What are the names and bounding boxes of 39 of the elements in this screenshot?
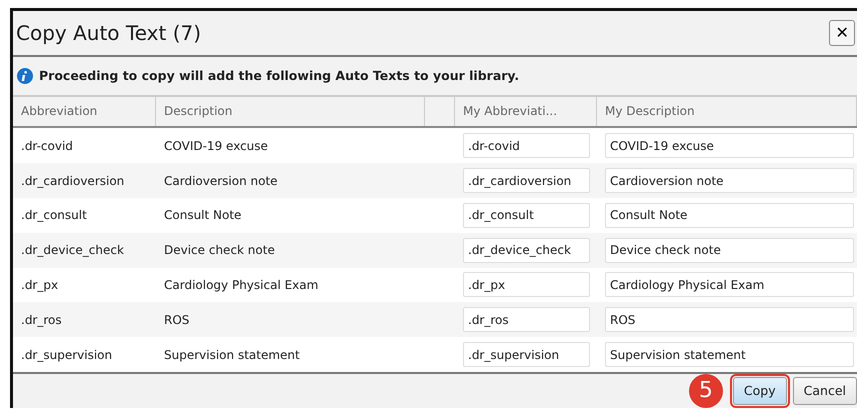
table-cell-text: .dr_ros	[20, 312, 63, 329]
table-cell-text: .dr_cardioversion	[20, 172, 126, 190]
info-message: Proceeding to copy will add the following Auto Texts to your library.	[39, 68, 520, 84]
column-header[interactable]: My Description	[597, 96, 857, 126]
abbreviation-field[interactable]: .dr_ros	[463, 307, 590, 332]
table-cell-text: .dr_supervision	[20, 346, 114, 364]
info-icon	[17, 68, 33, 84]
description-field[interactable]: ROS	[605, 307, 854, 332]
table-cell-text: ROS	[163, 312, 190, 329]
cancel-button[interactable]: Cancel	[792, 376, 857, 405]
window-title: Copy Auto Text (7)	[16, 20, 202, 45]
column-header[interactable]: My Abbreviati...	[455, 96, 597, 126]
table-cell-text: .dr-covid	[20, 138, 74, 155]
table-cell-text: Cardioversion note	[163, 172, 279, 190]
table-cell-text: Supervision statement	[163, 346, 301, 364]
column-header[interactable]: Abbreviation	[13, 96, 156, 126]
table-cell-text: COVID-19 excuse	[163, 138, 269, 155]
description-field[interactable]: Device check note	[605, 238, 854, 263]
step-badge: 5	[688, 374, 723, 408]
table-cell-text: Cardiology Physical Exam	[163, 276, 320, 294]
table-cell-text: Device check note	[163, 242, 276, 260]
abbreviation-field[interactable]: .dr_px	[463, 272, 590, 298]
description-field[interactable]: Consult Note	[605, 202, 854, 228]
abbreviation-field[interactable]: .dr_supervision	[463, 342, 590, 368]
description-field[interactable]: Supervision statement	[605, 342, 854, 368]
copy-button[interactable]: Copy	[732, 376, 787, 405]
table-cell-text: Consult Note	[163, 207, 242, 224]
abbreviation-field[interactable]: .dr_consult	[463, 202, 590, 228]
table-cell-text: .dr_px	[20, 276, 60, 294]
column-header[interactable]: Description	[156, 96, 425, 126]
table-cell-text: .dr_consult	[20, 207, 88, 224]
description-field[interactable]: Cardiology Physical Exam	[605, 272, 854, 298]
description-field[interactable]: Cardioversion note	[605, 168, 854, 194]
abbreviation-field[interactable]: .dr_cardioversion	[463, 168, 590, 194]
close-button[interactable]: ✕	[829, 20, 855, 46]
abbreviation-field[interactable]: .dr_device_check	[463, 238, 590, 263]
abbreviation-field[interactable]: .dr-covid	[463, 133, 590, 158]
description-field[interactable]: COVID-19 excuse	[605, 133, 854, 158]
table-cell-text: .dr_device_check	[20, 242, 125, 260]
